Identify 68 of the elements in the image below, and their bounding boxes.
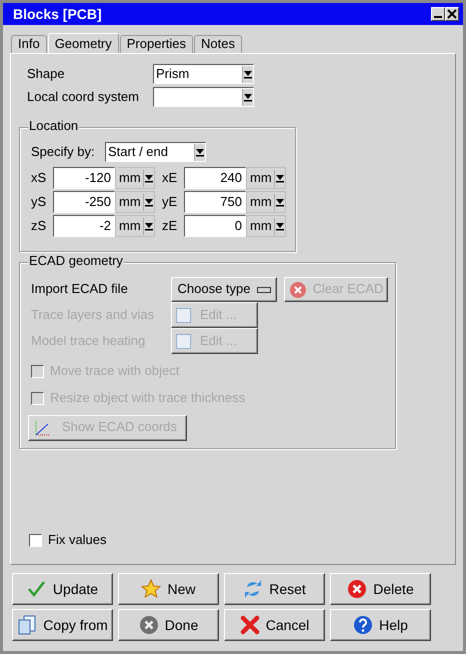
input-field[interactable]: 240 xyxy=(184,167,246,189)
field-label: zE xyxy=(162,218,178,234)
cancel-icon xyxy=(240,615,260,635)
dialog-button[interactable]: New xyxy=(118,573,219,605)
star-icon xyxy=(141,579,162,599)
field-label: yS xyxy=(31,194,48,210)
close-button[interactable] xyxy=(445,7,459,21)
dialog-button[interactable]: Cancel xyxy=(224,609,325,641)
checkbox[interactable] xyxy=(29,534,42,548)
axes-icon xyxy=(34,418,52,437)
tab[interactable]: Geometry xyxy=(48,33,119,54)
input-field[interactable]: 750 xyxy=(184,191,246,213)
unit-dropdown[interactable]: mm xyxy=(246,167,286,189)
minimize-button[interactable] xyxy=(431,7,445,21)
tab[interactable]: Properties xyxy=(120,35,194,53)
input-field[interactable]: 0 xyxy=(184,215,246,237)
dialog-button[interactable]: Copy from xyxy=(12,609,113,641)
checkbox-label: Fix values xyxy=(48,533,107,548)
field-label: Import ECAD file xyxy=(31,282,129,297)
field-label: Local coord system xyxy=(27,90,140,104)
dropdown-arrow-icon xyxy=(145,173,153,183)
minimize-icon xyxy=(434,16,442,18)
dropdown-arrow-icon xyxy=(196,147,204,157)
input-field[interactable]: -250 xyxy=(53,191,115,213)
clear-icon xyxy=(288,280,307,298)
input-field[interactable]: -120 xyxy=(53,167,115,189)
dropdown-arrow-icon xyxy=(276,173,284,183)
dropdown-arrow-icon xyxy=(276,197,284,207)
field-label: xE xyxy=(162,170,178,186)
unit-dropdown[interactable]: mm xyxy=(115,191,155,213)
edit-icon xyxy=(176,334,191,348)
help-icon xyxy=(353,615,374,635)
window-title: Blocks [PCB] xyxy=(13,6,102,22)
unit-dropdown[interactable]: mm xyxy=(115,215,155,237)
choose-type-button[interactable]: Choose type xyxy=(171,277,277,302)
dropdown-arrow-icon xyxy=(145,197,153,207)
group-title: ECAD geometry xyxy=(28,254,124,269)
unit-dropdown[interactable]: mm xyxy=(246,215,286,237)
refresh-icon xyxy=(243,579,264,599)
tab[interactable]: Notes xyxy=(194,35,242,53)
check-icon xyxy=(26,579,47,599)
done-icon xyxy=(138,615,159,635)
copy-icon xyxy=(17,615,38,635)
close-icon xyxy=(447,9,457,19)
unit-dropdown[interactable]: mm xyxy=(246,191,286,213)
tab[interactable]: Info xyxy=(11,35,47,53)
dialog-button[interactable]: Help xyxy=(330,609,431,641)
field-label: xS xyxy=(31,170,48,186)
input-field[interactable]: -2 xyxy=(53,215,115,237)
dialog-button[interactable]: Done xyxy=(118,609,219,641)
indicator-icon xyxy=(256,286,270,292)
dropdown[interactable]: Prism xyxy=(153,64,254,84)
dropdown-arrow-icon xyxy=(145,221,153,231)
dropdown-arrow-icon xyxy=(244,69,252,79)
delete-icon xyxy=(347,579,368,599)
dropdown-arrow-icon xyxy=(276,221,284,231)
field-label: Specify by: xyxy=(31,144,96,160)
dropdown-arrow-icon xyxy=(244,92,252,102)
dialog-button[interactable]: Update xyxy=(12,573,113,605)
dropdown[interactable] xyxy=(153,87,254,107)
field-label: zS xyxy=(31,218,48,234)
dialog-button[interactable]: Reset xyxy=(224,573,325,605)
dropdown[interactable]: Start / end xyxy=(105,142,206,162)
field-label: yE xyxy=(162,194,178,210)
edit-icon xyxy=(176,308,191,322)
unit-dropdown[interactable]: mm xyxy=(115,167,155,189)
dialog-button[interactable]: Delete xyxy=(330,573,431,605)
field-label: Shape xyxy=(27,66,66,82)
